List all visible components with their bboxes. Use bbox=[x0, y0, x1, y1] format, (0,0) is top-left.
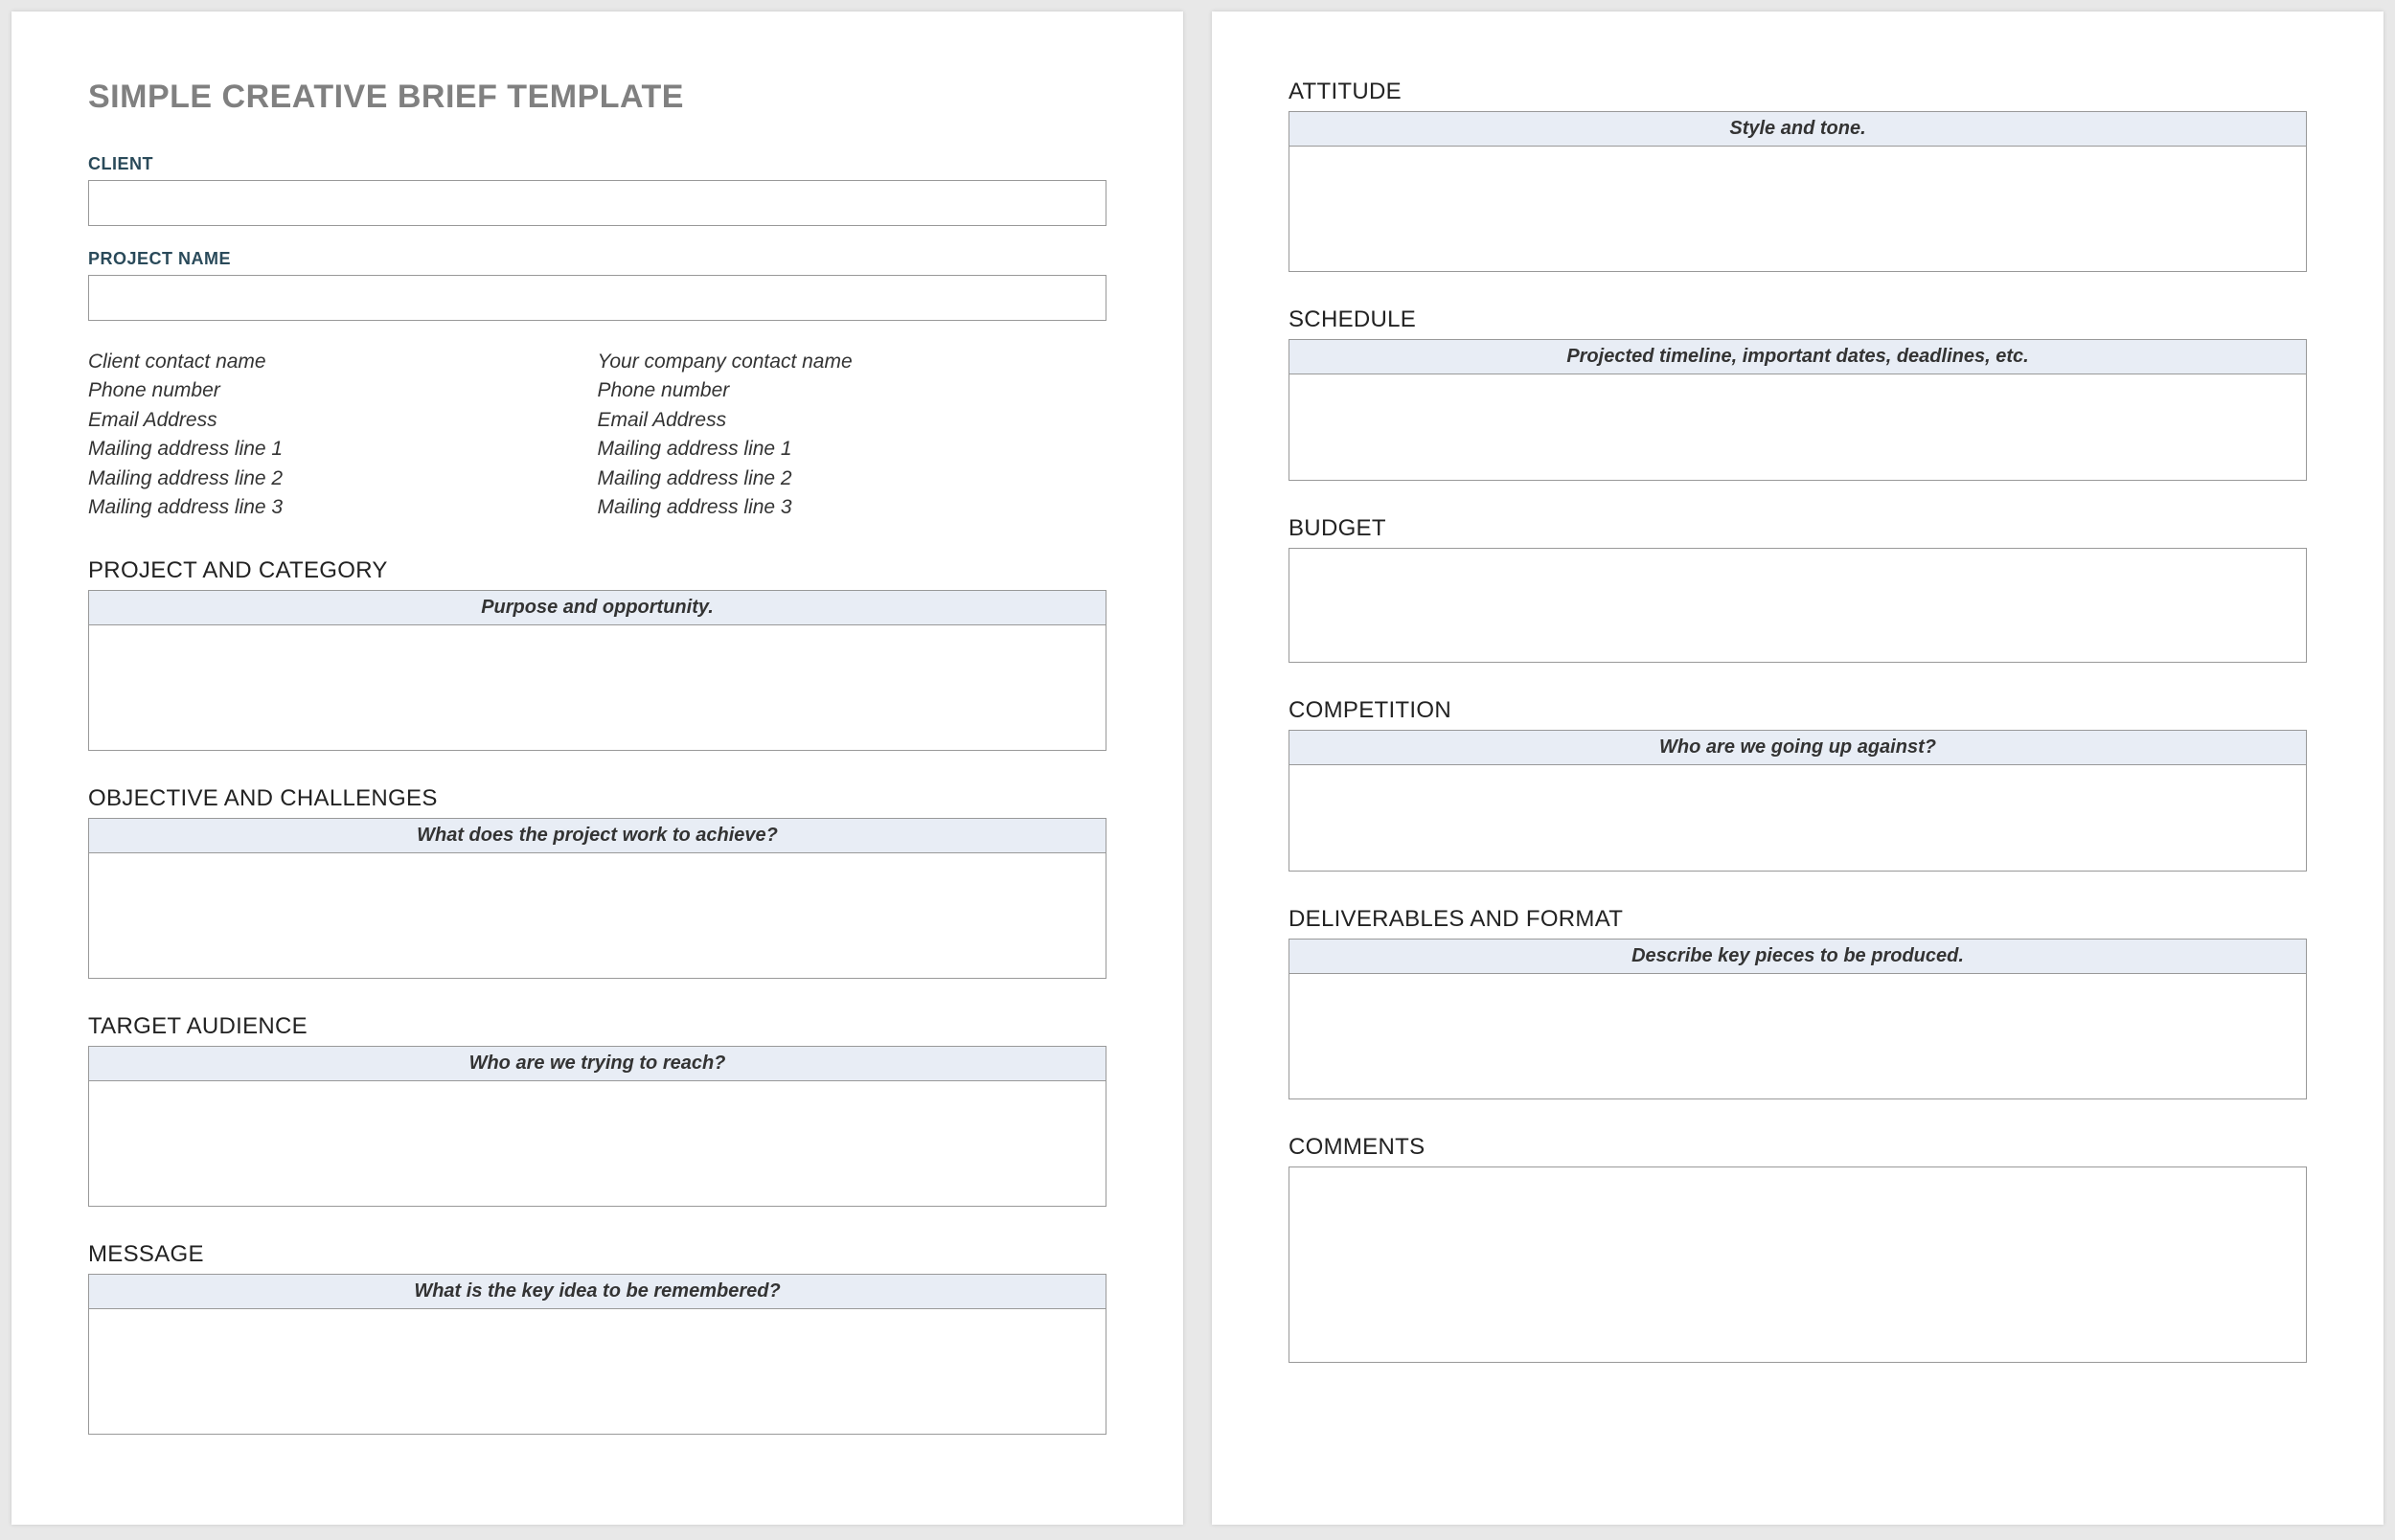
company-contact-addr1: Mailing address line 1 bbox=[598, 435, 1107, 464]
client-contact-addr2: Mailing address line 2 bbox=[88, 464, 598, 493]
attitude-prompt: Style and tone. bbox=[1289, 112, 2306, 147]
client-contact-email: Email Address bbox=[88, 406, 598, 435]
objective-block: What does the project work to achieve? bbox=[88, 818, 1106, 979]
competition-body[interactable] bbox=[1289, 765, 2306, 871]
client-contact-phone: Phone number bbox=[88, 376, 598, 405]
deliverables-prompt: Describe key pieces to be produced. bbox=[1289, 940, 2306, 974]
company-contact-addr3: Mailing address line 3 bbox=[598, 493, 1107, 522]
page-1: SIMPLE CREATIVE BRIEF TEMPLATE CLIENT PR… bbox=[11, 11, 1183, 1525]
company-contact-addr2: Mailing address line 2 bbox=[598, 464, 1107, 493]
client-input[interactable] bbox=[88, 180, 1106, 226]
message-heading: MESSAGE bbox=[88, 1241, 1106, 1268]
schedule-body[interactable] bbox=[1289, 374, 2306, 480]
deliverables-body[interactable] bbox=[1289, 974, 2306, 1098]
message-prompt: What is the key idea to be remembered? bbox=[89, 1275, 1106, 1309]
client-contact-name: Client contact name bbox=[88, 348, 598, 376]
message-body[interactable] bbox=[89, 1309, 1106, 1434]
document-title: SIMPLE CREATIVE BRIEF TEMPLATE bbox=[88, 79, 1106, 116]
project-category-body[interactable] bbox=[89, 625, 1106, 750]
competition-block: Who are we going up against? bbox=[1289, 730, 2307, 872]
project-name-label: PROJECT NAME bbox=[88, 249, 1106, 269]
attitude-heading: ATTITUDE bbox=[1289, 79, 2307, 105]
attitude-body[interactable] bbox=[1289, 147, 2306, 271]
objective-heading: OBJECTIVE AND CHALLENGES bbox=[88, 785, 1106, 812]
project-category-prompt: Purpose and opportunity. bbox=[89, 591, 1106, 625]
document-spread: SIMPLE CREATIVE BRIEF TEMPLATE CLIENT PR… bbox=[11, 11, 2384, 1525]
schedule-block: Projected timeline, important dates, dea… bbox=[1289, 339, 2307, 481]
company-contact-phone: Phone number bbox=[598, 376, 1107, 405]
audience-block: Who are we trying to reach? bbox=[88, 1046, 1106, 1207]
company-contact-column: Your company contact name Phone number E… bbox=[598, 348, 1107, 523]
budget-heading: BUDGET bbox=[1289, 515, 2307, 542]
comments-block[interactable] bbox=[1289, 1166, 2307, 1363]
objective-prompt: What does the project work to achieve? bbox=[89, 819, 1106, 853]
competition-prompt: Who are we going up against? bbox=[1289, 731, 2306, 765]
audience-body[interactable] bbox=[89, 1081, 1106, 1206]
deliverables-heading: DELIVERABLES AND FORMAT bbox=[1289, 906, 2307, 933]
company-contact-email: Email Address bbox=[598, 406, 1107, 435]
client-contact-column: Client contact name Phone number Email A… bbox=[88, 348, 598, 523]
project-category-block: Purpose and opportunity. bbox=[88, 590, 1106, 751]
comments-heading: COMMENTS bbox=[1289, 1134, 2307, 1161]
company-contact-name: Your company contact name bbox=[598, 348, 1107, 376]
message-block: What is the key idea to be remembered? bbox=[88, 1274, 1106, 1435]
project-category-heading: PROJECT AND CATEGORY bbox=[88, 557, 1106, 584]
objective-body[interactable] bbox=[89, 853, 1106, 978]
client-contact-addr3: Mailing address line 3 bbox=[88, 493, 598, 522]
competition-heading: COMPETITION bbox=[1289, 697, 2307, 724]
client-contact-addr1: Mailing address line 1 bbox=[88, 435, 598, 464]
audience-prompt: Who are we trying to reach? bbox=[89, 1047, 1106, 1081]
deliverables-block: Describe key pieces to be produced. bbox=[1289, 939, 2307, 1099]
page-2: ATTITUDE Style and tone. SCHEDULE Projec… bbox=[1212, 11, 2384, 1525]
budget-block[interactable] bbox=[1289, 548, 2307, 663]
attitude-block: Style and tone. bbox=[1289, 111, 2307, 272]
contacts-row: Client contact name Phone number Email A… bbox=[88, 348, 1106, 523]
client-label: CLIENT bbox=[88, 154, 1106, 174]
schedule-prompt: Projected timeline, important dates, dea… bbox=[1289, 340, 2306, 374]
project-name-input[interactable] bbox=[88, 275, 1106, 321]
schedule-heading: SCHEDULE bbox=[1289, 306, 2307, 333]
audience-heading: TARGET AUDIENCE bbox=[88, 1013, 1106, 1040]
